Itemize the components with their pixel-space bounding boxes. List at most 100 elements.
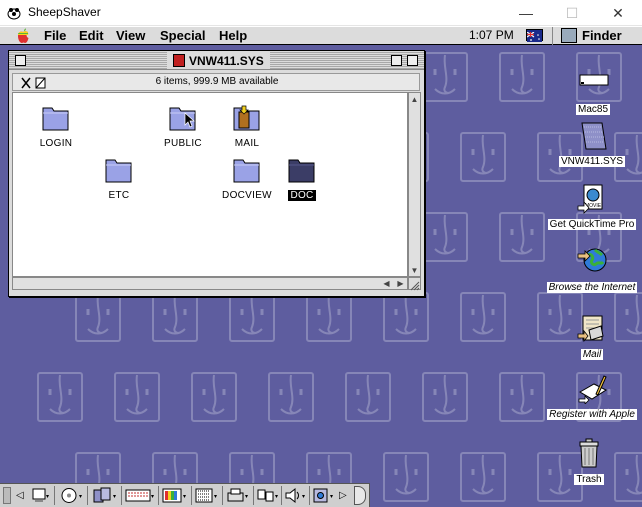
apple-menu-icon[interactable] [15,28,31,44]
happy-mac-pattern-icon [261,367,321,427]
window-title: VNW411.SYS [189,53,264,68]
happy-mac-pattern-icon [184,367,244,427]
close-button[interactable]: ✕ [595,0,641,26]
folder-item-mail[interactable]: MAIL [212,103,282,151]
strip-separator [54,486,55,505]
window-titlebar[interactable]: VNW411.SYS [9,51,424,70]
apple-talk-icon[interactable] [256,487,280,504]
window-collapse-box[interactable] [407,55,418,66]
window-close-box[interactable] [15,55,26,66]
happy-mac-pattern-icon [453,447,513,507]
menu-edit[interactable]: Edit [79,28,104,43]
folder-item-doc[interactable]: DOC [267,155,337,203]
window-title-area: VNW411.SYS [167,52,270,69]
finder-window[interactable]: VNW411.SYS 6 items, 999.9 MB available L… [8,50,425,297]
item-label: MAIL [234,138,260,149]
host-window-title: SheepShaver [28,5,101,19]
happy-mac-pattern-icon [107,367,167,427]
happy-mac-pattern-icon [376,447,436,507]
item-label: ETC [108,190,130,201]
minimize-button[interactable]: — [503,0,549,26]
menu-view[interactable]: View [116,28,145,43]
scroll-up-arrow-icon[interactable]: ▲ [409,94,420,105]
file-sharing-icon[interactable] [91,487,119,504]
desktop-icon-label: Trash [574,474,604,485]
item-label: DOC [288,190,316,201]
desktop-icon-label: Mac85 [575,104,610,115]
application-menu-label[interactable]: Finder [582,28,622,43]
folder-icon [105,159,132,183]
folder-item-public[interactable]: PUBLIC [148,103,218,151]
keyboard-icon[interactable] [124,487,156,504]
strip-separator [158,486,159,505]
disk-icon [579,74,609,86]
control-strip[interactable]: ◁ ▷ [0,483,370,507]
keyboard-flag-icon[interactable] [526,29,543,42]
scroll-right-arrow-icon[interactable]: ▶ [395,278,406,289]
sound-volume-icon[interactable] [283,487,307,504]
item-label: DOCVIEW [222,190,272,201]
color-depth-icon[interactable] [161,487,189,504]
folder-item-login[interactable]: LOGIN [21,103,91,151]
happy-mac-pattern-icon [453,287,513,347]
strip-separator [191,486,192,505]
printer-icon[interactable] [225,487,251,504]
menu-file[interactable]: File [44,28,66,43]
australia-flag-icon [526,31,542,42]
strip-separator [222,486,223,505]
strip-separator [309,486,310,505]
menu-help[interactable]: Help [219,28,247,43]
desktop-icon-label: Browse the Internet [546,282,638,293]
desktop-icon-mac85[interactable]: Mac85 [543,67,642,117]
folder-icon [169,107,196,131]
folder-icon [288,159,315,183]
menu-bar: File Edit View Special Help 1:07 PM Find… [0,27,642,45]
window-zoom-box[interactable] [391,55,402,66]
vertical-scrollbar[interactable]: ▲ ▼ [408,92,421,277]
control-strip-end-tab[interactable] [354,486,366,505]
scroll-down-arrow-icon[interactable]: ▼ [409,265,420,276]
register-icon [578,375,608,404]
strip-separator [87,486,88,505]
desktop-icon-register[interactable]: Register with Apple [542,372,642,422]
folder-icon [233,159,260,183]
happy-mac-pattern-icon [338,367,398,427]
resize-grip-icon [410,281,420,291]
desktop-icon-browse-internet[interactable]: Browse the Internet [542,245,642,295]
volume-title-icon [173,54,185,67]
window-info-bar: 6 items, 999.9 MB available [12,73,420,91]
desktop-icon-vnw411[interactable]: VNW411.SYS [542,119,642,169]
web-sharing-icon[interactable] [311,487,335,504]
strip-scroll-left-icon[interactable]: ◁ [16,487,28,504]
window-content[interactable]: LOGIN PUBLIC MAIL ETC DOCVIEW DOC [12,92,408,277]
resolution-icon[interactable] [194,487,220,504]
happy-mac-pattern-icon [453,127,513,187]
window-resize-handle[interactable] [408,277,421,291]
item-label: LOGIN [39,138,73,149]
quicktime-icon: MOVIE [577,184,603,214]
desktop-icon-trash[interactable]: Trash [539,437,639,487]
trash-icon [579,438,599,468]
desktop-icon-mail[interactable]: Mail [542,312,642,362]
strip-separator [281,486,282,505]
finder-app-icon[interactable] [561,28,577,43]
folder-item-etc[interactable]: ETC [84,155,154,203]
strip-scroll-right-icon[interactable]: ▷ [339,487,351,504]
sheepshaver-icon [7,8,21,20]
maximize-button[interactable]: ☐ [549,0,595,26]
scroll-left-arrow-icon[interactable]: ◀ [381,278,392,289]
control-strip-tab[interactable] [3,487,11,504]
horizontal-scrollbar[interactable]: ◀ ▶ [12,277,408,290]
mail-icon [577,315,604,343]
monitor-icon[interactable] [30,487,50,504]
desktop-icon-quicktime[interactable]: MOVIE Get QuickTime Pro [542,182,642,232]
strip-separator [121,486,122,505]
cd-icon[interactable] [58,487,84,504]
menubar-clock[interactable]: 1:07 PM [469,28,514,42]
desktop-icon-label: Register with Apple [547,409,637,420]
folder-icon [42,107,69,131]
mail-folder-icon [233,105,260,131]
menubar-separator [552,27,553,45]
mac-desktop[interactable]: File Edit View Special Help 1:07 PM Find… [0,27,642,507]
menu-special[interactable]: Special [160,28,206,43]
